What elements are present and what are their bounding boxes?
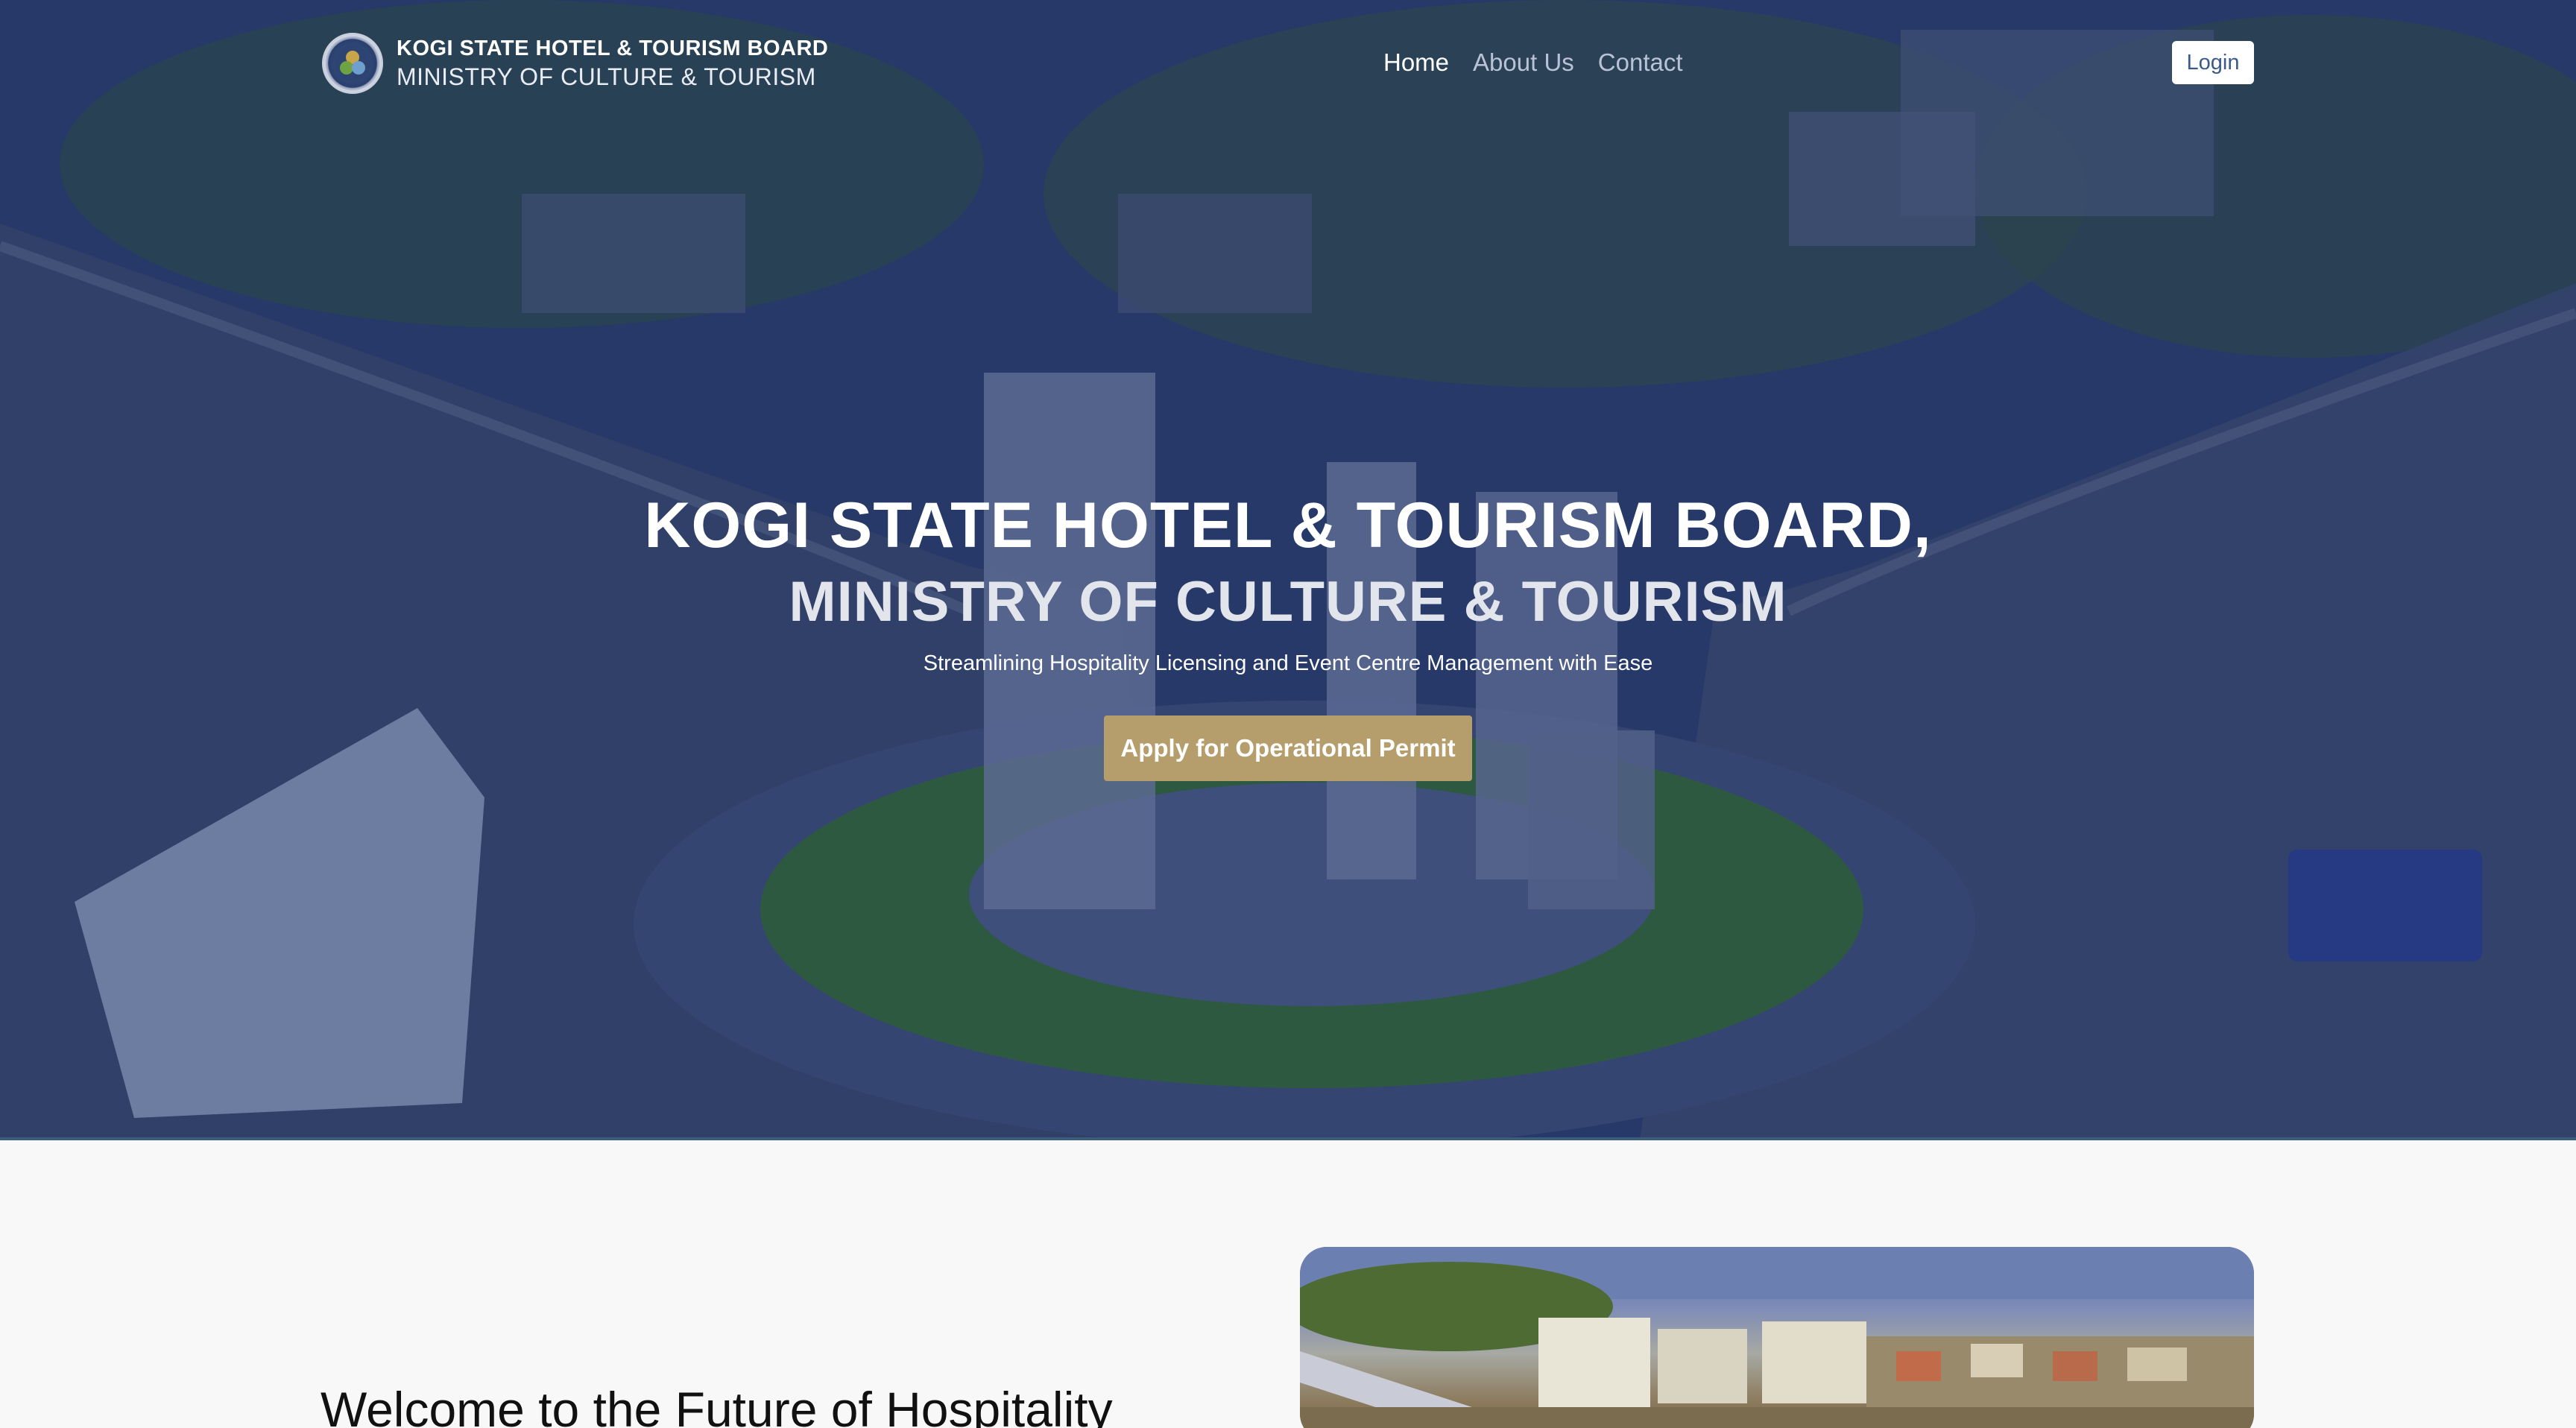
- welcome-heading: Welcome to the Future of Hospitality: [321, 1382, 1113, 1428]
- hero-section: KOGI STATE HOTEL & TOURISM BOARD MINISTR…: [0, 0, 2576, 1140]
- city-aerial-image: [1300, 1247, 2254, 1428]
- brand-title: KOGI STATE HOTEL & TOURISM BOARD: [397, 37, 829, 60]
- seal-emblem-icon: [335, 45, 370, 81]
- nav-links: Home About Us Contact: [1383, 46, 1683, 79]
- hero-title: KOGI STATE HOTEL & TOURISM BOARD,: [644, 490, 1932, 561]
- apply-permit-button[interactable]: Apply for Operational Permit: [1104, 715, 1472, 781]
- nav-link-home[interactable]: Home: [1383, 46, 1449, 79]
- navbar: KOGI STATE HOTEL & TOURISM BOARD MINISTR…: [0, 0, 2576, 127]
- nav-link-about-us[interactable]: About Us: [1473, 46, 1574, 79]
- login-button[interactable]: Login: [2172, 41, 2254, 84]
- brand-subtitle: MINISTRY OF CULTURE & TOURISM: [397, 63, 816, 90]
- nav-link-contact[interactable]: Contact: [1598, 46, 1683, 79]
- hero-divider: [0, 1137, 2576, 1140]
- hero-subtitle: MINISTRY OF CULTURE & TOURISM: [789, 570, 1787, 634]
- city-aerial-illustration: [1300, 1247, 2254, 1428]
- hero-tagline: Streamlining Hospitality Licensing and E…: [923, 651, 1653, 675]
- board-seal-logo: [322, 33, 383, 94]
- brand-text: KOGI STATE HOTEL & TOURISM BOARD MINISTR…: [397, 35, 828, 92]
- brand[interactable]: KOGI STATE HOTEL & TOURISM BOARD MINISTR…: [322, 33, 828, 94]
